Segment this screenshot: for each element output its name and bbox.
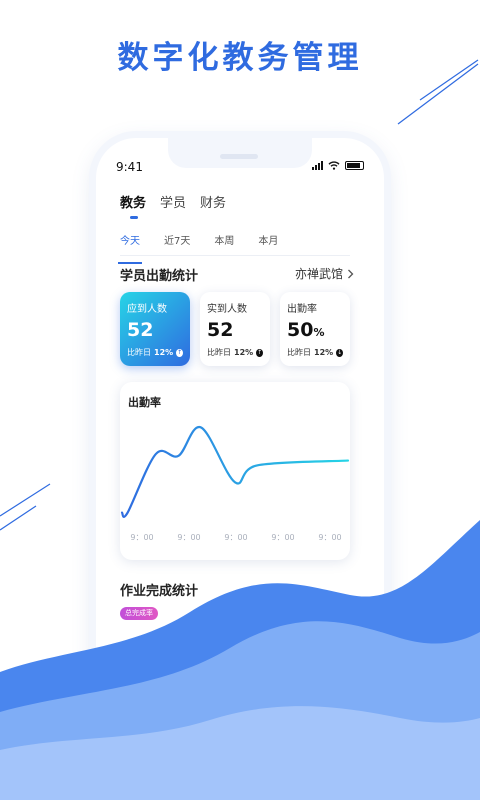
background-waves bbox=[0, 520, 480, 800]
